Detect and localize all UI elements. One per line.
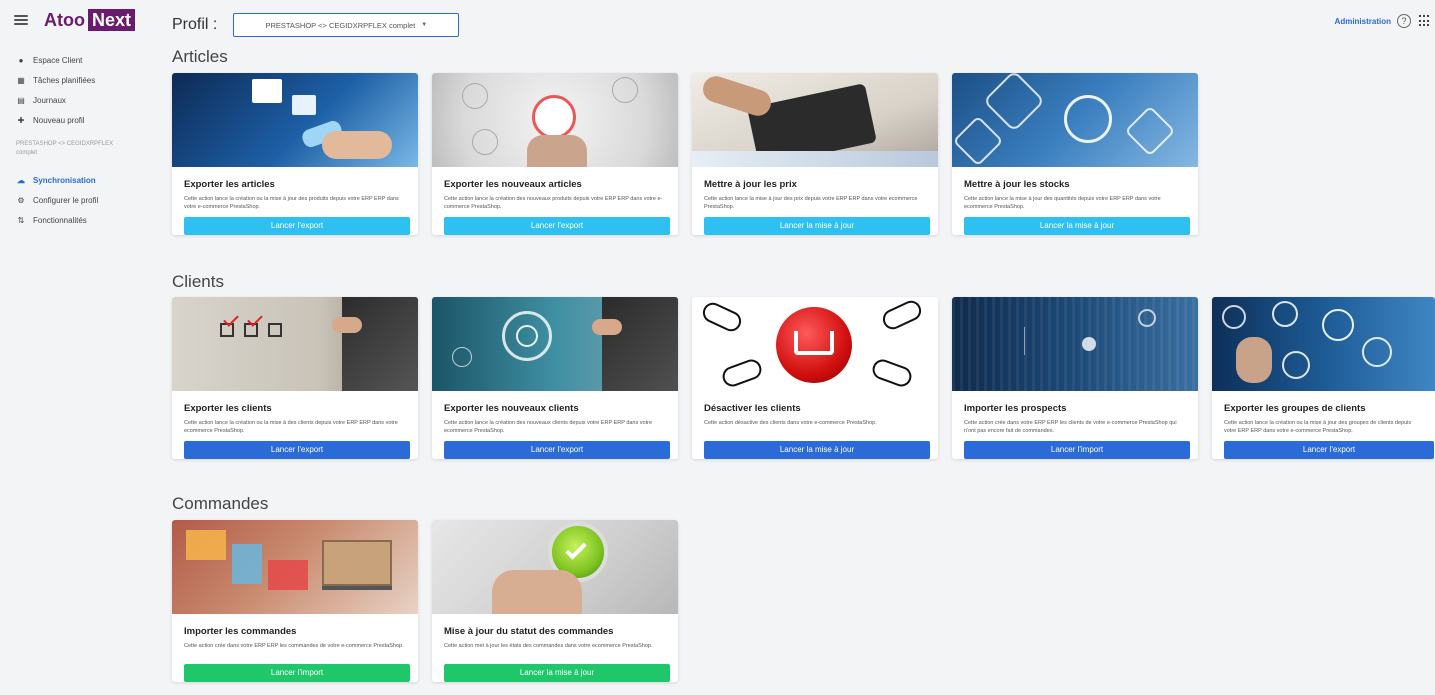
apps-grid-icon[interactable] [1419, 15, 1429, 27]
card-description: Cette action lance la création ou la mis… [1224, 420, 1412, 434]
card-exporter-nouveaux-articles: Exporter les nouveaux articles Cette act… [432, 73, 678, 235]
card-title: Mettre à jour les stocks [964, 179, 1070, 190]
card-image [692, 297, 938, 391]
card-image [172, 520, 418, 614]
card-description: Cette action crée dans votre ERP ERP les… [964, 420, 1177, 434]
card-title: Exporter les clients [184, 403, 272, 414]
sidebar: Atoo Next ● Espace Client ▦ Tâches plani… [0, 0, 160, 695]
sidebar-menu: ● Espace Client ▦ Tâches planifiées ▤ Jo… [0, 40, 160, 230]
card-title: Exporter les nouveaux articles [444, 179, 582, 190]
header-right: Administration ? [1335, 14, 1429, 28]
sidebar-item-label: Tâches planifiées [33, 75, 96, 85]
header: Profil : PRESTASHOP <> CEGIDXRPFLEX comp… [172, 10, 1435, 40]
card-title: Mettre à jour les prix [704, 179, 797, 190]
card-image [952, 297, 1198, 391]
card-image [432, 297, 678, 391]
brand-bar: Atoo Next [0, 0, 160, 40]
card-exporter-nouveaux-clients: Exporter les nouveaux clients Cette acti… [432, 297, 678, 459]
sidebar-item-synchronisation[interactable]: ☁ Synchronisation [16, 170, 160, 190]
card-image [432, 73, 678, 167]
card-mise-a-jour-statut-commandes: Mise à jour du statut des commandes Cett… [432, 520, 678, 682]
card-description: Cette action lance la création des nouve… [444, 420, 653, 434]
sidebar-item-label: Fonctionnalités [33, 215, 87, 225]
sidebar-item-label: Configurer le profil [33, 195, 99, 205]
page-title: Profil : [172, 16, 218, 33]
section-title-commandes: Commandes [172, 494, 269, 513]
sidebar-item-fonctionnalites[interactable]: ⇅ Fonctionnalités [16, 210, 160, 230]
administration-link[interactable]: Administration [1335, 17, 1391, 26]
logs-icon: ▤ [17, 95, 25, 105]
section-title-articles: Articles [172, 47, 228, 66]
card-importer-prospects: Importer les prospects Cette action crée… [952, 297, 1198, 459]
lancer-export-button[interactable]: Lancer l'export [1224, 441, 1434, 459]
card-title: Exporter les articles [184, 179, 275, 190]
logo-atoo: Atoo [44, 9, 85, 30]
card-description: Cette action lance la création des nouve… [444, 196, 663, 210]
card-description: Cette action lance la création ou la mis… [184, 196, 399, 210]
sidebar-item-journaux[interactable]: ▤ Journaux [16, 90, 160, 110]
sidebar-item-label: Synchronisation [33, 175, 96, 185]
lancer-mise-a-jour-button[interactable]: Lancer la mise à jour [704, 217, 930, 235]
profile-select[interactable]: PRESTASHOP <> CEGIDXRPFLEX complet ▼ [233, 13, 460, 37]
lancer-import-button[interactable]: Lancer l'import [184, 664, 410, 682]
lancer-mise-a-jour-button[interactable]: Lancer la mise à jour [444, 664, 670, 682]
card-mettre-a-jour-stocks: Mettre à jour les stocks Cette action la… [952, 73, 1198, 235]
lancer-export-button[interactable]: Lancer l'export [444, 217, 670, 235]
profile-select-value: PRESTASHOP <> CEGIDXRPFLEX complet [265, 20, 416, 30]
card-exporter-clients: Exporter les clients Cette action lance … [172, 297, 418, 459]
info-icon: ● [18, 55, 24, 65]
lancer-export-button[interactable]: Lancer l'export [184, 217, 410, 235]
card-title: Exporter les nouveaux clients [444, 403, 579, 414]
lancer-mise-a-jour-button[interactable]: Lancer la mise à jour [704, 441, 930, 459]
section-title-clients: Clients [172, 272, 224, 291]
card-title: Importer les commandes [184, 626, 297, 637]
cloud-icon: ☁ [17, 175, 25, 185]
card-description: Cette action met à jour les états des co… [444, 643, 653, 649]
card-description: Cette action lance la mise à jour des pr… [704, 196, 918, 210]
card-exporter-articles: Exporter les articles Cette action lance… [172, 73, 418, 235]
card-image [172, 297, 418, 391]
lancer-import-button[interactable]: Lancer l'import [964, 441, 1190, 459]
lancer-export-button[interactable]: Lancer l'export [184, 441, 410, 459]
gears-icon: ⚙ [17, 195, 25, 205]
lancer-mise-a-jour-button[interactable]: Lancer la mise à jour [964, 217, 1190, 235]
card-image [172, 73, 418, 167]
card-description: Cette action désactive des clients dans … [704, 420, 877, 426]
sidebar-profile-label: PRESTASHOP <> CEGIDXRPFLEX complet [16, 141, 114, 156]
card-title: Exporter les groupes de clients [1224, 403, 1366, 414]
lancer-export-button[interactable]: Lancer l'export [444, 441, 670, 459]
card-importer-commandes: Importer les commandes Cette action crée… [172, 520, 418, 682]
logo-next: Next [87, 9, 135, 31]
logo[interactable]: Atoo Next [44, 9, 135, 31]
card-title: Désactiver les clients [704, 403, 801, 414]
calendar-icon: ▦ [17, 75, 25, 85]
plus-icon: ✚ [17, 115, 25, 125]
card-image [952, 73, 1198, 167]
help-icon[interactable]: ? [1397, 14, 1411, 28]
card-description: Cette action lance la création ou la mis… [184, 420, 398, 434]
sidebar-item-label: Espace Client [33, 55, 83, 65]
card-description: Cette action crée dans votre ERP ERP les… [184, 643, 404, 649]
card-desactiver-clients: Désactiver les clients Cette action désa… [692, 297, 938, 459]
sort-icon: ⇅ [17, 215, 25, 225]
card-mettre-a-jour-prix: Mettre à jour les prix Cette action lanc… [692, 73, 938, 235]
card-exporter-groupes-clients: Exporter les groupes de clients Cette ac… [1212, 297, 1435, 459]
sidebar-item-nouveau-profil[interactable]: ✚ Nouveau profil [16, 110, 160, 130]
card-image [432, 520, 678, 614]
card-image [1212, 297, 1435, 391]
card-description: Cette action lance la mise à jour des qu… [964, 196, 1161, 210]
card-title: Importer les prospects [964, 403, 1067, 414]
card-title: Mise à jour du statut des commandes [444, 626, 614, 637]
sidebar-item-configurer-profil[interactable]: ⚙ Configurer le profil [16, 190, 160, 210]
card-image [692, 73, 938, 167]
hamburger-menu-icon[interactable] [14, 15, 28, 25]
sidebar-item-espace-client[interactable]: ● Espace Client [16, 50, 160, 70]
sidebar-item-label: Journaux [33, 95, 66, 105]
sidebar-item-label: Nouveau profil [33, 115, 85, 125]
chevron-down-icon: ▼ [421, 22, 428, 28]
sidebar-item-taches-planifiees[interactable]: ▦ Tâches planifiées [16, 70, 160, 90]
